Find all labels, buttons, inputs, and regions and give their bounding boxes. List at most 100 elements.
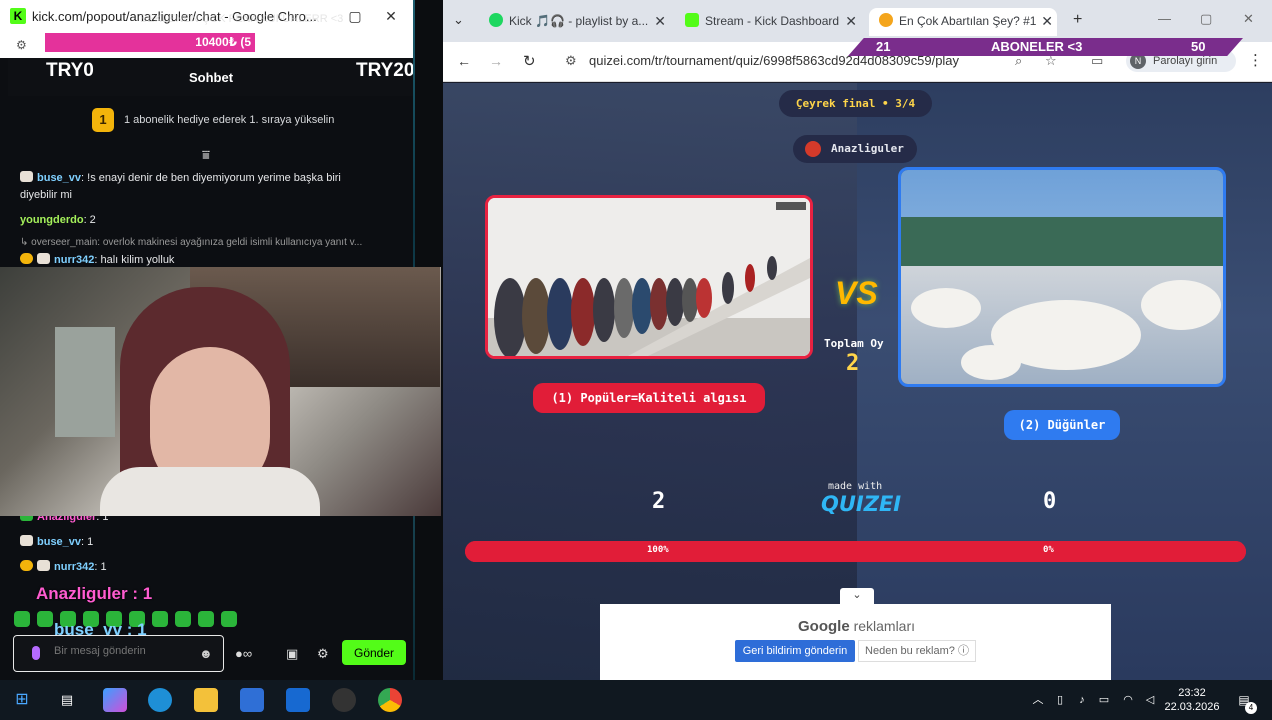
ad-why-button[interactable]: Neden bu reklam? ⓘ [858,640,976,662]
chat-username[interactable]: buse_vv [37,172,81,184]
tray-overflow-icon[interactable]: ︿ [1026,688,1050,712]
tab-kick-dashboard[interactable]: Stream - Kick Dashboard ✕ [681,8,861,36]
outlook-icon[interactable] [286,688,310,712]
close-tab-icon[interactable]: ✕ [1041,8,1053,34]
chat-input-box[interactable]: ☻ [13,635,224,672]
emote-icon[interactable] [152,611,168,627]
vs-badge: VS [835,275,878,311]
settings-icon[interactable]: ⚙ [317,646,329,662]
sub-target: 50 [1191,39,1206,54]
reload-icon[interactable]: ↻ [523,52,536,70]
chat-username[interactable]: buse_vv [37,536,81,548]
emote-icon[interactable] [37,611,53,627]
quizei-logo[interactable]: QUIZEI [821,492,901,516]
volume-icon[interactable]: ◁ [1138,688,1162,712]
file-explorer-icon[interactable] [194,688,218,712]
option-2-card[interactable] [898,167,1226,387]
option-1-label[interactable]: (1) Popüler=Kaliteli algısı [533,383,765,413]
site-settings-icon[interactable]: ⚙ [16,38,27,52]
quizei-icon [879,13,893,27]
emote-icon[interactable] [14,611,30,627]
chat-text: : 2 [83,214,96,226]
mic-tray-icon[interactable]: ♪ [1070,688,1094,712]
minimize-icon[interactable]: — [1158,11,1171,26]
site-info-icon[interactable]: ⚙ [565,46,577,76]
round-indicator: Çeyrek final • 3/4 [779,90,932,117]
chat-header: TRY0 Sohbet TRY20000 [8,58,415,96]
tray-icon[interactable]: ▯ [1048,688,1072,712]
system-clock[interactable]: 23:32 22.03.2026 [1160,686,1224,714]
chat-message: nurr342: 1 [20,560,107,573]
sub-badge-icon [20,253,33,264]
wifi-icon[interactable]: ◠ [1116,688,1140,712]
chat-username[interactable]: youngderdo [20,214,84,226]
mic-icon[interactable] [32,646,40,660]
emote-icon[interactable] [198,611,214,627]
chat-message: youngderdo: 2 [20,214,96,226]
copilot-icon[interactable] [103,688,127,712]
tab-kick-playlist[interactable]: Kick 🎵🎧 - playlist by a... ✕ [485,8,670,36]
chat-username[interactable]: nurr342 [54,561,94,573]
host-avatar [805,141,821,157]
clock-time: 23:32 [1178,687,1206,699]
goal-left-amount: TRY0 [46,60,94,81]
send-button[interactable]: Gönder [342,640,406,665]
option-1-card[interactable] [485,195,813,359]
cat-emote-icon [37,560,50,571]
close-tab-icon[interactable]: ✕ [845,8,857,34]
chat-message: buse_vv: !s enayi denir de ben diyemiyor… [20,171,341,184]
store-icon[interactable] [240,688,264,712]
chrome-window: ⌄ Kick 🎵🎧 - playlist by a... ✕ Stream - K… [443,0,1272,680]
close-tab-icon[interactable]: ✕ [654,8,666,34]
maximize-icon[interactable]: ▢ [1200,11,1212,27]
new-tab-icon[interactable]: + [1073,11,1082,29]
kicks-icon[interactable]: ●∞ [235,646,252,661]
start-icon[interactable]: ⊞ [10,688,34,712]
subscriber-goal-overlay: 21 ABONELER <3 50 [848,38,1243,56]
windows-taskbar: ⊞ ▤ ︿ ▯ ♪ ▭ ◠ ◁ 23:32 22.03.2026 ▤ 4 [0,680,1272,720]
ad-feedback-button[interactable]: Geri bildirim gönderin [735,640,855,662]
chat-username[interactable]: nurr342 [54,254,94,266]
far-hills [901,217,1223,271]
banquet-table [911,288,981,328]
banquet-table [1141,280,1221,330]
tab-search-icon[interactable]: ⌄ [453,12,464,28]
streamer-shirt [100,467,320,516]
forward-icon[interactable]: → [489,53,503,69]
chat-text: : !s enayi denir de ben diyemiyorum yeri… [81,172,341,184]
task-view-icon[interactable]: ▤ [55,688,79,712]
cat-emote-icon [20,171,33,182]
cat-emote-icon [37,253,50,264]
host-badge: Anazliguler [793,135,917,163]
kick-logo-icon: K [10,8,26,24]
close-window-icon[interactable]: ✕ [1243,11,1254,27]
stream-overlay-text: BEKLENEN ÇOK FENA KUFURLERR <3 [140,13,344,25]
option-1-fill [465,541,1246,562]
battery-icon[interactable]: ▭ [1092,688,1116,712]
chrome-icon[interactable] [378,688,402,712]
donation-goal-bar: 10400₺ (5 [45,33,255,52]
webcam-feed [0,267,441,516]
menu-icon[interactable]: ⋮ [1248,51,1263,69]
maximize-icon[interactable]: ▢ [345,6,365,26]
tab-bar: ⌄ Kick 🎵🎧 - playlist by a... ✕ Stream - K… [443,0,1272,42]
emoji-icon[interactable]: ☻ [199,646,213,661]
emote-icon[interactable] [221,611,237,627]
pinned-toggle-icon[interactable]: ⩸ [202,147,210,163]
back-icon[interactable]: ← [457,53,471,69]
goal-right-amount: TRY20000 [356,60,415,81]
chat-message-input[interactable] [54,645,204,657]
option-2-label[interactable]: (2) Düğünler [1004,410,1120,440]
option-1-score: 2 [652,489,666,514]
made-with-text: made with [828,481,883,492]
emote-icon[interactable] [175,611,191,627]
obs-icon[interactable] [332,688,356,712]
gift-icon[interactable]: ▣ [286,646,298,662]
tab-quizei[interactable]: En Çok Abartılan Şey? #1 ✕ [869,8,1057,36]
edge-icon[interactable] [148,688,172,712]
vote-progress-bar: 100% 0% [465,541,1246,562]
gift-sub-banner[interactable]: 1 1 abonelik hediye ederek 1. sıraya yük… [8,100,413,140]
close-icon[interactable]: ✕ [381,6,401,26]
queue-image [488,198,810,356]
signin-label: Parolayı girin [1153,55,1218,67]
